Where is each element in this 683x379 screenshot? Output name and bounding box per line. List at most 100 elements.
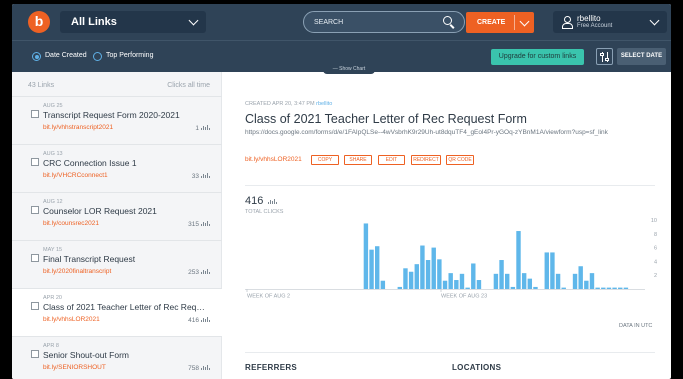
top-navigation-bar: b All Links CREATE rbellito Free Account <box>12 4 671 40</box>
link-list-header: 43 Links Clicks all time <box>12 72 222 96</box>
short-link[interactable]: bit.ly/VHCRCconnect1 <box>43 172 108 179</box>
link-checkbox[interactable] <box>31 350 39 358</box>
search-icon[interactable] <box>443 16 452 25</box>
y-tick-label: 10 <box>651 218 657 224</box>
short-link[interactable]: bit.ly/vhhstranscript2021 <box>43 124 113 131</box>
bitly-logo-icon[interactable]: b <box>28 11 50 33</box>
created-info: CREATED APR 20, 3:47 PM rbellito <box>245 101 332 107</box>
bar-chart-icon <box>201 125 210 130</box>
short-link[interactable]: bit.ly/2020finaltranscript <box>43 268 111 275</box>
account-username: rbellito <box>577 14 601 23</box>
chart-bar <box>414 264 419 289</box>
bar-chart-icon <box>268 199 278 204</box>
chart-bar <box>471 263 476 289</box>
account-plan: Free Account <box>577 23 613 29</box>
link-title[interactable]: CRC Connection Issue 1 <box>43 158 208 168</box>
link-clicks: 253 <box>188 269 210 276</box>
link-list-item[interactable]: APR 20 Class of 2021 Teacher Letter of Re… <box>12 288 222 336</box>
y-tick-label: 8 <box>654 232 657 238</box>
chart-bar <box>493 273 499 289</box>
link-title[interactable]: Final Transcript Request <box>43 254 208 264</box>
account-menu[interactable]: rbellito Free Account <box>553 11 667 33</box>
create-button[interactable]: CREATE <box>466 12 534 33</box>
link-title[interactable]: Senior Shout-out Form <box>43 350 208 360</box>
chevron-down-icon <box>649 15 660 26</box>
long-url[interactable]: https://docs.google.com/forms/d/e/1FAIpQ… <box>245 129 665 136</box>
chart-bar <box>601 287 606 289</box>
link-checkbox[interactable] <box>31 110 39 118</box>
share-button[interactable]: SHARE <box>344 155 372 165</box>
redirect-button[interactable]: REDIRECT <box>411 155 441 165</box>
link-count: 43 Links <box>28 82 55 89</box>
chart-bar <box>612 287 617 289</box>
link-checkbox[interactable] <box>31 158 39 166</box>
chart-bar <box>521 273 527 289</box>
create-label: CREATE <box>477 19 506 26</box>
radio-date-created-label[interactable]: Date Created <box>45 52 87 59</box>
copy-button[interactable]: COPY <box>311 155 339 165</box>
link-list-item[interactable]: AUG 13 CRC Connection Issue 1 bit.ly/VHCRC… <box>12 144 222 192</box>
radio-top-performing[interactable] <box>93 52 102 61</box>
chevron-down-icon <box>188 15 199 26</box>
link-title[interactable]: Transcript Request Form 2020-2021 <box>43 110 208 120</box>
bar-chart-icon <box>201 269 210 274</box>
link-checkbox[interactable] <box>31 206 39 214</box>
upgrade-button[interactable]: Upgrade for custom links <box>491 49 584 65</box>
chart-bar <box>375 246 380 289</box>
select-date-button[interactable]: SELECT DATE <box>617 48 666 65</box>
short-link[interactable]: bit.ly/vhhsLOR2021 <box>245 156 302 163</box>
bar-chart-icon <box>201 365 210 370</box>
chart-bar <box>595 287 600 289</box>
chart-bar <box>363 223 369 289</box>
total-clicks-value: 416 <box>245 195 264 207</box>
link-title: Class of 2021 Teacher Letter of Rec Requ… <box>245 112 527 126</box>
created-by-link[interactable]: rbellito <box>316 101 332 107</box>
short-link[interactable]: bit.ly/SENIORSHOUT <box>43 364 106 371</box>
qr-code-button[interactable]: QR CODE <box>446 155 474 165</box>
chart-bar <box>555 273 561 289</box>
link-list-item[interactable]: AUG 25 Transcript Request Form 2020-2021 b… <box>12 96 222 144</box>
search-input[interactable] <box>314 12 434 32</box>
chart-bar <box>476 280 482 289</box>
link-date: MAY 15 <box>43 247 63 253</box>
y-tick-label: 4 <box>654 259 657 265</box>
chart-bar <box>442 280 448 289</box>
chart-bar <box>578 266 583 289</box>
link-checkbox[interactable] <box>31 302 39 310</box>
total-clicks: 416 <box>245 195 278 207</box>
short-link[interactable]: bit.ly/vhhsLOR2021 <box>43 316 100 323</box>
clicks-bar-chart: 2 4 6 8 10 WEEK OF AUG 2 WEEK OF AUG 23 <box>245 218 657 300</box>
link-list-item[interactable]: MAY 15 Final Transcript Request bit.ly/202… <box>12 240 222 288</box>
link-list-item[interactable]: AUG 12 Counselor LOR Request 2021 bit.ly/c… <box>12 192 222 240</box>
edit-button[interactable]: EDIT <box>378 155 405 165</box>
short-link[interactable]: bit.ly/counsrec2021 <box>43 220 99 227</box>
y-tick-label: 2 <box>654 273 657 279</box>
chart-bar <box>397 286 403 289</box>
chevron-down-icon[interactable] <box>519 16 530 27</box>
link-checkbox[interactable] <box>31 254 39 262</box>
clicks-count: 1 <box>195 125 199 132</box>
chart-bar <box>544 252 549 289</box>
data-timezone-note: DATA IN UTC <box>619 323 653 329</box>
search-box[interactable] <box>303 11 465 33</box>
link-title[interactable]: Class of 2021 Teacher Letter of Rec Requ… <box>43 302 208 312</box>
x-tick-label: WEEK OF AUG 2 <box>247 294 290 300</box>
link-list-item[interactable]: APR 8 Senior Shout-out Form bit.ly/SENIORS… <box>12 336 222 379</box>
radio-top-performing-label[interactable]: Top Performing <box>106 52 153 59</box>
link-detail-panel: CREATED APR 20, 3:47 PM rbellito Class o… <box>223 72 671 379</box>
chart-bar <box>437 259 442 289</box>
link-title[interactable]: Counselor LOR Request 2021 <box>43 206 208 216</box>
chart-bar <box>454 280 459 289</box>
radio-date-created[interactable] <box>32 52 41 61</box>
link-filter-dropdown[interactable]: All Links <box>60 11 206 33</box>
user-icon <box>562 16 573 29</box>
chart-bar <box>533 286 538 289</box>
bar-chart-icon <box>201 221 210 226</box>
divider <box>245 352 655 353</box>
chart-bar <box>510 286 516 289</box>
link-clicks: 1 <box>195 125 210 132</box>
filter-sliders-icon[interactable] <box>596 48 613 65</box>
chart-bar <box>431 247 436 289</box>
chart-bar <box>369 249 374 289</box>
link-clicks: 315 <box>188 221 210 228</box>
